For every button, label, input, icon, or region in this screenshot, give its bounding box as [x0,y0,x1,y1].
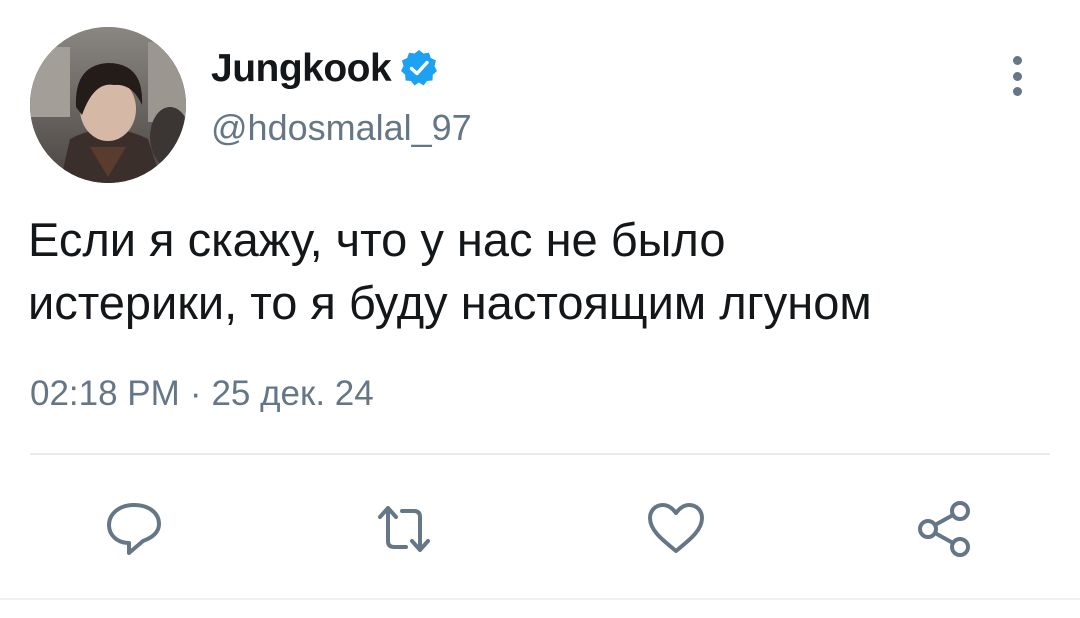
more-options-icon[interactable] [1000,52,1034,100]
retweet-icon [378,506,430,552]
tweet-date: 25 дек. 24 [211,374,374,413]
retweet-button[interactable] [372,497,436,561]
more-dot [1012,56,1022,65]
author-name-row: Jungkook [211,44,439,92]
more-dot [1012,87,1022,96]
verified-badge-icon [399,48,439,88]
tweet-text: Если я скажу, что у нас не было истерики… [28,213,872,329]
share-button[interactable] [914,497,978,561]
reply-button[interactable] [102,497,166,561]
bottom-divider [0,598,1080,600]
more-dot [1012,71,1022,81]
timestamp-separator: · [189,374,202,413]
tweet-time: 02:18 PM [30,374,180,413]
author-handle[interactable]: @hdosmalal_97 [211,110,472,146]
tweet-timestamp[interactable]: 02:18 PM · 25 дек. 24 [30,376,374,411]
like-button[interactable] [644,497,708,561]
divider [30,453,1050,455]
tweet-card: Jungkook @hdosmalal_97 Если я скажу, что… [0,0,1080,618]
author-name[interactable]: Jungkook [211,49,392,88]
avatar[interactable] [30,27,186,183]
like-icon [648,503,704,553]
share-icon [918,501,970,557]
reply-icon [107,503,161,555]
